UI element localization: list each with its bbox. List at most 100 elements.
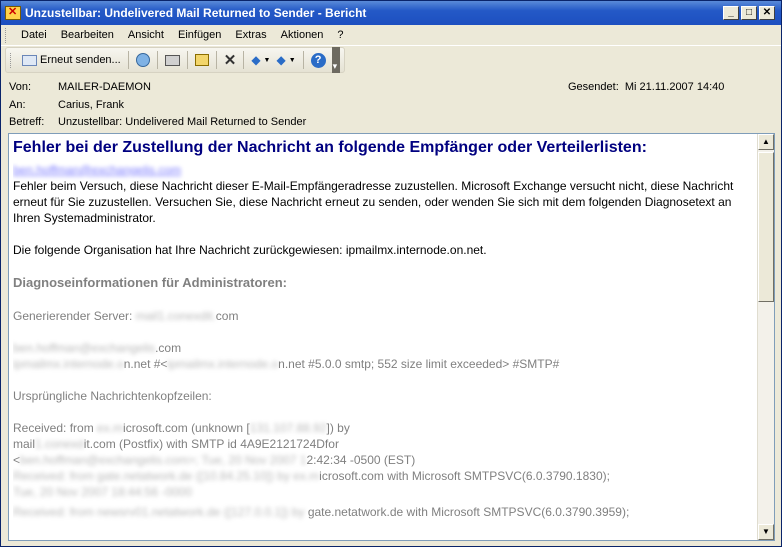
next-item-button[interactable]: ◆ ▼ xyxy=(273,50,298,70)
scroll-thumb[interactable] xyxy=(758,152,774,302)
print-icon xyxy=(164,54,180,66)
redacted-text: Received: from gate.netatwork.de ([10.84… xyxy=(13,469,320,483)
received-line: Tue, 20 Nov 2007 18:44:56 -0000 xyxy=(13,484,757,500)
received-text: it.com (Postfix) with SMTP id 4A9E212172… xyxy=(83,437,339,451)
redacted-text: 1.conexd xyxy=(35,437,84,451)
undeliverable-mail-icon xyxy=(5,5,21,20)
generating-server: Generierender Server: mail1.conexdit.com xyxy=(13,308,757,324)
menu-bearbeiten[interactable]: Bearbeiten xyxy=(54,29,121,41)
menu-datei[interactable]: Datei xyxy=(14,29,54,41)
sent-value: Mi 21.11.2007 14:40 xyxy=(624,81,725,93)
redacted-text: ben.hoffman@exchangelis.com>; Tue, 20 No… xyxy=(20,453,307,467)
menu-grip[interactable] xyxy=(5,27,8,43)
help-icon: ? xyxy=(310,52,326,68)
toolbar-separator xyxy=(186,51,188,69)
print-button[interactable] xyxy=(162,50,183,70)
redacted-text: ipmailmx.internode.o xyxy=(13,357,124,371)
smtp-error-text: n.net #< xyxy=(123,357,168,371)
menu-help[interactable]: ? xyxy=(330,29,350,41)
resend-button[interactable]: Erneut senden... xyxy=(19,50,124,70)
resend-label: Erneut senden... xyxy=(40,54,121,66)
received-line: Received: from ex.microsoft.com (unknown… xyxy=(13,420,757,436)
diag-recipient-domain: .com xyxy=(155,341,182,355)
received-text: ]) by xyxy=(326,421,350,435)
toolbar-separator xyxy=(243,51,245,69)
generating-server-domain: com xyxy=(215,309,239,323)
toolbar-grip[interactable] xyxy=(10,52,13,68)
previous-icon: ◆ xyxy=(251,53,261,67)
to-label: An: xyxy=(9,99,26,111)
original-headers-label: Ursprüngliche Nachrichtenkopfzeilen: xyxy=(13,389,212,403)
help-button[interactable]: ? xyxy=(308,50,329,70)
received-text: icrosoft.com (unknown [ xyxy=(123,421,250,435)
toolbar-separator xyxy=(127,51,129,69)
from-value[interactable]: MAILER-DAEMON xyxy=(58,81,151,93)
redacted-text: Tue, 20 Nov 2007 18:44:56 -0000 xyxy=(13,485,193,499)
next-icon: ◆ xyxy=(276,53,286,67)
menu-ansicht[interactable]: Ansicht xyxy=(121,29,171,41)
minimize-button[interactable]: _ xyxy=(723,6,739,20)
sent-date: Gesendet: Mi 21.11.2007 14:40 xyxy=(568,81,724,93)
delete-button[interactable]: ✕ xyxy=(221,50,240,70)
received-text: 2:42:34 -0500 (EST) xyxy=(306,453,416,467)
window-controls: _ □ ✕ xyxy=(721,6,775,20)
received-line: Received: from gate.netatwork.de ([10.84… xyxy=(13,468,757,484)
close-button[interactable]: ✕ xyxy=(759,6,775,20)
forward-icon xyxy=(135,53,150,67)
redacted-text: mail1.conexdit. xyxy=(135,309,216,323)
chevron-down-icon: ▼ xyxy=(288,56,296,64)
message-header: Von: MAILER-DAEMON Gesendet: Mi 21.11.20… xyxy=(1,77,781,131)
menu-einfuegen[interactable]: Einfügen xyxy=(171,29,228,41)
redacted-text: ex.m xyxy=(97,421,124,435)
received-line: mail1.conexdit.com (Postfix) with SMTP i… xyxy=(13,436,757,452)
redacted-text: ben.hoffman@exchangelis xyxy=(13,341,156,355)
generating-server-label: Generierender Server: xyxy=(13,309,133,323)
toolbar: Erneut senden... ✕ ◆ ▼ ◆ ▼ ? xyxy=(5,47,345,73)
subject-label: Betreff: xyxy=(9,116,45,128)
redacted-text: ipmailmx.internode.o xyxy=(167,357,279,371)
maximize-button[interactable]: □ xyxy=(741,6,757,20)
toolbar-separator xyxy=(215,51,217,69)
toolbar-separator xyxy=(156,51,158,69)
from-label: Von: xyxy=(9,81,32,93)
previous-item-button[interactable]: ◆ ▼ xyxy=(248,50,273,70)
resend-icon xyxy=(22,54,37,66)
redacted-text: Received: from newsrv01.netatwork.de ([1… xyxy=(13,505,308,519)
menu-extras[interactable]: Extras xyxy=(228,29,273,41)
forward-button[interactable] xyxy=(133,50,153,70)
redacted-text: 131.107.88.92 xyxy=(249,421,327,435)
diagnostic-heading: Diagnoseinformationen für Administratore… xyxy=(13,275,287,290)
chevron-down-icon: ▼ xyxy=(263,56,271,64)
move-to-folder-button[interactable] xyxy=(192,50,212,70)
received-text: gate.netatwork.de with Microsoft SMTPSVC… xyxy=(307,505,630,519)
scroll-up-button[interactable]: ▲ xyxy=(758,134,774,150)
received-line: <ben.hoffman@exchangelis.com>; Tue, 20 N… xyxy=(13,452,757,468)
smtp-error-text: n.net #5.0.0 smtp; 552 size limit exceed… xyxy=(278,357,560,371)
smtp-error-line: ipmailmx.internode.on.net #<ipmailmx.int… xyxy=(13,356,757,372)
menu-bar: Datei Bearbeiten Ansicht Einfügen Extras… xyxy=(1,25,781,46)
ndr-heading: Fehler bei der Zustellung der Nachricht … xyxy=(13,139,647,156)
received-text: Received: from xyxy=(13,421,98,435)
scroll-down-button[interactable]: ▼ xyxy=(758,524,774,540)
move-icon xyxy=(194,54,209,66)
menu-aktionen[interactable]: Aktionen xyxy=(274,29,331,41)
error-paragraph: Fehler beim Versuch, diese Nachricht die… xyxy=(13,179,734,225)
recipient-link[interactable]: ben.hoffman@exchangelis.com xyxy=(13,163,181,177)
to-value[interactable]: Carius, Frank xyxy=(58,99,124,111)
recipient-row: ben.hoffman@exchangelis.com xyxy=(13,162,757,178)
rejection-paragraph: Die folgende Organisation hat Ihre Nachr… xyxy=(13,243,487,257)
message-content: Fehler bei der Zustellung der Nachricht … xyxy=(13,134,757,540)
window-title: Unzustellbar: Undelivered Mail Returned … xyxy=(25,6,367,20)
subject-value: Unzustellbar: Undelivered Mail Returned … xyxy=(58,116,307,128)
message-body[interactable]: Fehler bei der Zustellung der Nachricht … xyxy=(8,133,775,541)
delete-icon: ✕ xyxy=(223,52,237,69)
title-bar[interactable]: Unzustellbar: Undelivered Mail Returned … xyxy=(1,1,781,25)
received-text: < xyxy=(13,453,21,467)
toolbar-separator xyxy=(302,51,304,69)
diag-recipient: ben.hoffman@exchangelis.com xyxy=(13,340,757,356)
toolbar-options-button[interactable] xyxy=(331,47,340,73)
received-text: icrosoft.com with Microsoft SMTPSVC(6.0.… xyxy=(319,469,610,483)
received-line: Received: from newsrv01.netatwork.de ([1… xyxy=(13,504,757,520)
vertical-scrollbar[interactable]: ▲ ▼ xyxy=(757,134,774,540)
received-text: mail xyxy=(13,437,36,451)
